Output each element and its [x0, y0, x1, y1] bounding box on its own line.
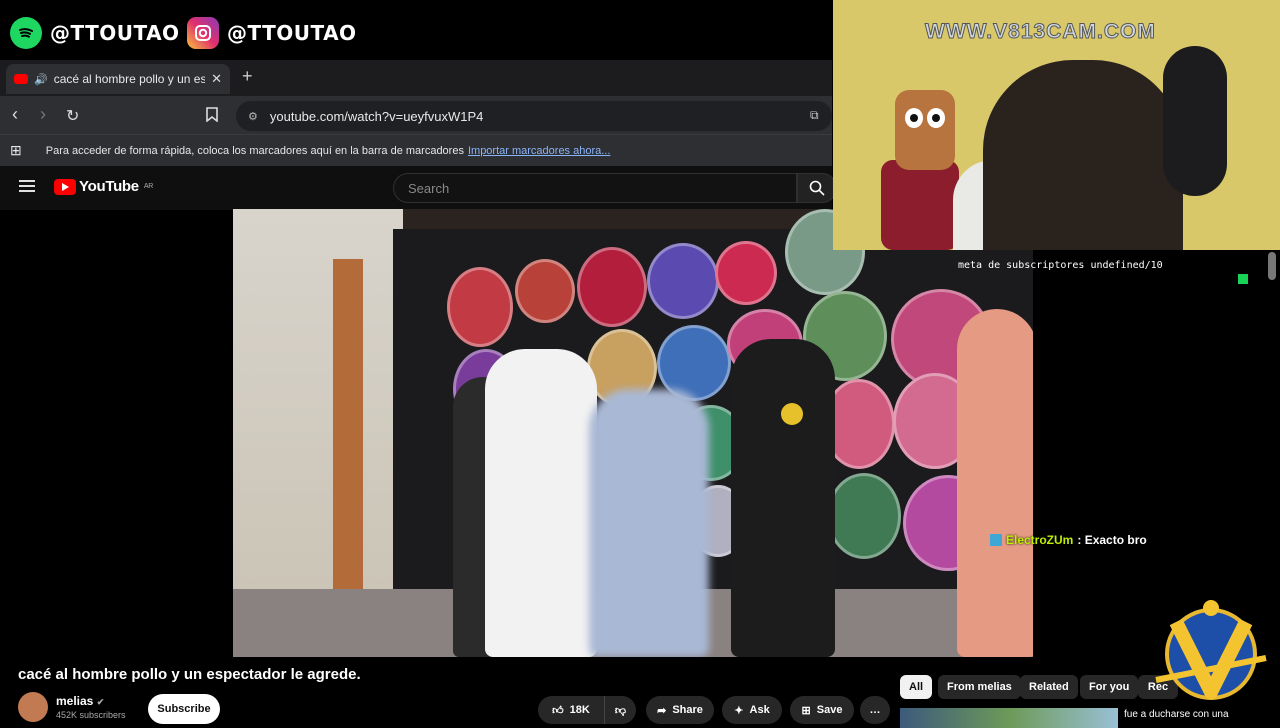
- related-video-title[interactable]: fue a ducharse con una: [1124, 709, 1229, 720]
- chip-all[interactable]: All: [900, 675, 933, 699]
- channel-name[interactable]: melias ✔: [56, 694, 104, 708]
- chat-message: ElectroZUm : Exacto bro: [990, 533, 1147, 547]
- close-icon[interactable]: ✕: [211, 71, 222, 87]
- youtube-favicon-icon: [14, 74, 28, 84]
- apps-icon[interactable]: ⊞: [10, 142, 22, 159]
- browser-tab[interactable]: 🔊 cacé al hombre pollo y un espectador l…: [6, 64, 230, 94]
- goal-marker: [1238, 274, 1248, 284]
- speaker-icon[interactable]: 🔊: [34, 73, 48, 86]
- share-icon: ➦: [657, 704, 667, 717]
- import-bookmarks-link[interactable]: Importar marcadores ahora...: [468, 145, 610, 157]
- video-title: cacé al hombre pollo y un espectador le …: [18, 666, 361, 683]
- subscriber-goal: meta de subscriptores undefined/10: [958, 260, 1163, 271]
- streamer: [983, 60, 1183, 250]
- person-right: [957, 309, 1033, 657]
- menu-icon[interactable]: [19, 179, 35, 198]
- bookmarks-bar: ⊞ Para acceder de forma rápida, coloca l…: [0, 134, 832, 166]
- youtube-play-icon: [54, 178, 76, 195]
- verified-icon: ✔: [96, 697, 105, 707]
- url-text: youtube.com/watch?v=ueyfvuxW1P4: [269, 108, 484, 124]
- video-player[interactable]: [233, 209, 1033, 657]
- save-icon: ⊞: [801, 704, 811, 717]
- microphone: [1163, 46, 1227, 196]
- bookmark-icon[interactable]: [206, 107, 218, 125]
- reload-icon[interactable]: ↻: [66, 106, 79, 126]
- mascot-body: [881, 160, 959, 250]
- chat-badge-icon: [990, 534, 1002, 546]
- related-video-thumbnail[interactable]: [900, 708, 1118, 728]
- chat-username: ElectroZUm: [1006, 533, 1074, 547]
- blurred-person: [589, 389, 709, 657]
- channel-avatar[interactable]: [18, 692, 48, 722]
- instagram-icon: [187, 17, 219, 49]
- forward-icon[interactable]: ›: [40, 104, 46, 125]
- channel-logo-icon: [1155, 600, 1267, 700]
- site-settings-icon[interactable]: ⚙: [248, 110, 258, 123]
- pillar: [333, 259, 363, 619]
- instagram-handle: @TTOUTAO: [187, 14, 357, 52]
- chip-related[interactable]: Related: [1020, 675, 1078, 699]
- spotify-handle: @TTOUTAO: [10, 14, 180, 52]
- sparkle-icon: ✦: [734, 704, 744, 717]
- person-white-shirt: [485, 349, 597, 657]
- search-icon: [809, 180, 825, 196]
- scrollbar[interactable]: [1268, 252, 1276, 280]
- youtube-logo[interactable]: YouTube AR: [54, 178, 153, 195]
- chip-for-you[interactable]: For you: [1080, 675, 1139, 699]
- chat-text: : Exacto bro: [1077, 533, 1147, 547]
- bookmarks-prompt: Para acceder de forma rápida, coloca los…: [45, 144, 464, 157]
- search-button[interactable]: [797, 173, 837, 203]
- new-tab-button[interactable]: +: [242, 66, 253, 87]
- search-input[interactable]: Search: [393, 173, 797, 203]
- thumbs-down-icon: 👎︎: [614, 704, 627, 717]
- security-guard: [731, 339, 835, 657]
- mascot-head: [895, 90, 955, 170]
- address-bar[interactable]: ⚙ youtube.com/watch?v=ueyfvuxW1P4: [236, 101, 832, 131]
- chip-from-channel[interactable]: From melias: [938, 675, 1021, 699]
- back-icon[interactable]: ‹: [12, 104, 18, 125]
- thumbs-up-icon: 👍︎: [552, 704, 564, 717]
- cam-watermark: WWW.V813CAM.COM: [925, 20, 1156, 44]
- webcam-overlay: WWW.V813CAM.COM: [833, 0, 1280, 250]
- translate-icon[interactable]: ⧉: [810, 108, 819, 123]
- tab-title: cacé al hombre pollo y un espectador le …: [53, 72, 206, 86]
- subscriber-count: 452K subscribers: [56, 710, 126, 720]
- spotify-icon: [10, 17, 42, 49]
